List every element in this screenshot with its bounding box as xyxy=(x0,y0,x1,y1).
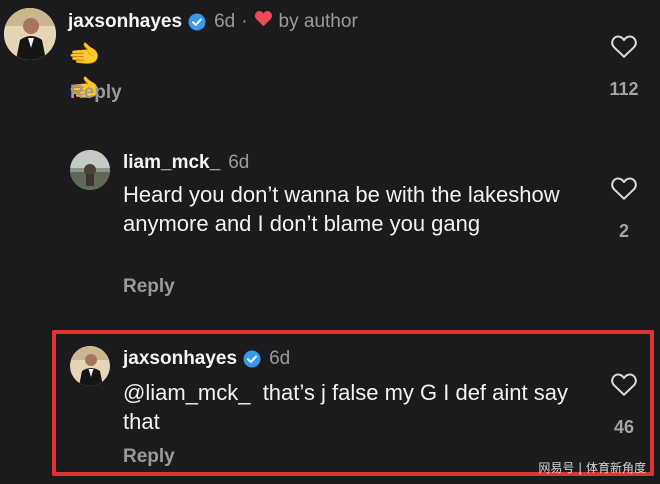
heart-outline-icon[interactable] xyxy=(610,176,638,201)
like-control: 46 xyxy=(602,372,646,438)
username[interactable]: jaxsonhayes xyxy=(68,11,182,33)
heart-outline-icon[interactable] xyxy=(610,34,638,59)
like-control: 2 xyxy=(602,176,646,242)
timestamp: 6d xyxy=(214,10,236,32)
heart-filled-icon xyxy=(254,10,273,33)
liked-by-author-label: by author xyxy=(278,10,358,32)
comment-meta: liam_mck_ 6d xyxy=(123,152,249,174)
avatar-image xyxy=(70,346,110,386)
watermark: 网易号 | 体育新角度 xyxy=(538,461,646,475)
reply-button[interactable]: Reply xyxy=(70,82,122,104)
like-count: 2 xyxy=(618,221,629,241)
comment-text: Heard you don’t wanna be with the lakesh… xyxy=(123,182,560,237)
like-count: 112 xyxy=(609,79,639,99)
reply-button[interactable]: Reply xyxy=(123,446,175,468)
verified-badge-icon xyxy=(188,13,206,31)
timestamp: 6d xyxy=(269,348,291,369)
avatar-image xyxy=(4,8,56,60)
comment-text: @liam_mck_ that’s j false my G I def ain… xyxy=(123,380,575,435)
comment-meta: jaxsonhayes 6d · by author xyxy=(68,10,358,33)
like-count: 46 xyxy=(613,417,635,437)
reply-button[interactable]: Reply xyxy=(123,276,175,298)
username[interactable]: liam_mck_ xyxy=(123,152,220,174)
timestamp: 6d xyxy=(228,152,250,173)
avatar[interactable] xyxy=(70,150,110,190)
separator: · xyxy=(241,10,248,32)
verified-badge-icon xyxy=(243,350,261,368)
avatar[interactable] xyxy=(4,8,56,60)
avatar[interactable] xyxy=(70,346,110,386)
comment-meta: jaxsonhayes 6d xyxy=(123,348,290,370)
avatar-image xyxy=(70,150,110,190)
like-control: 112 xyxy=(602,34,646,100)
username[interactable]: jaxsonhayes xyxy=(123,348,237,370)
heart-outline-icon[interactable] xyxy=(610,372,638,397)
